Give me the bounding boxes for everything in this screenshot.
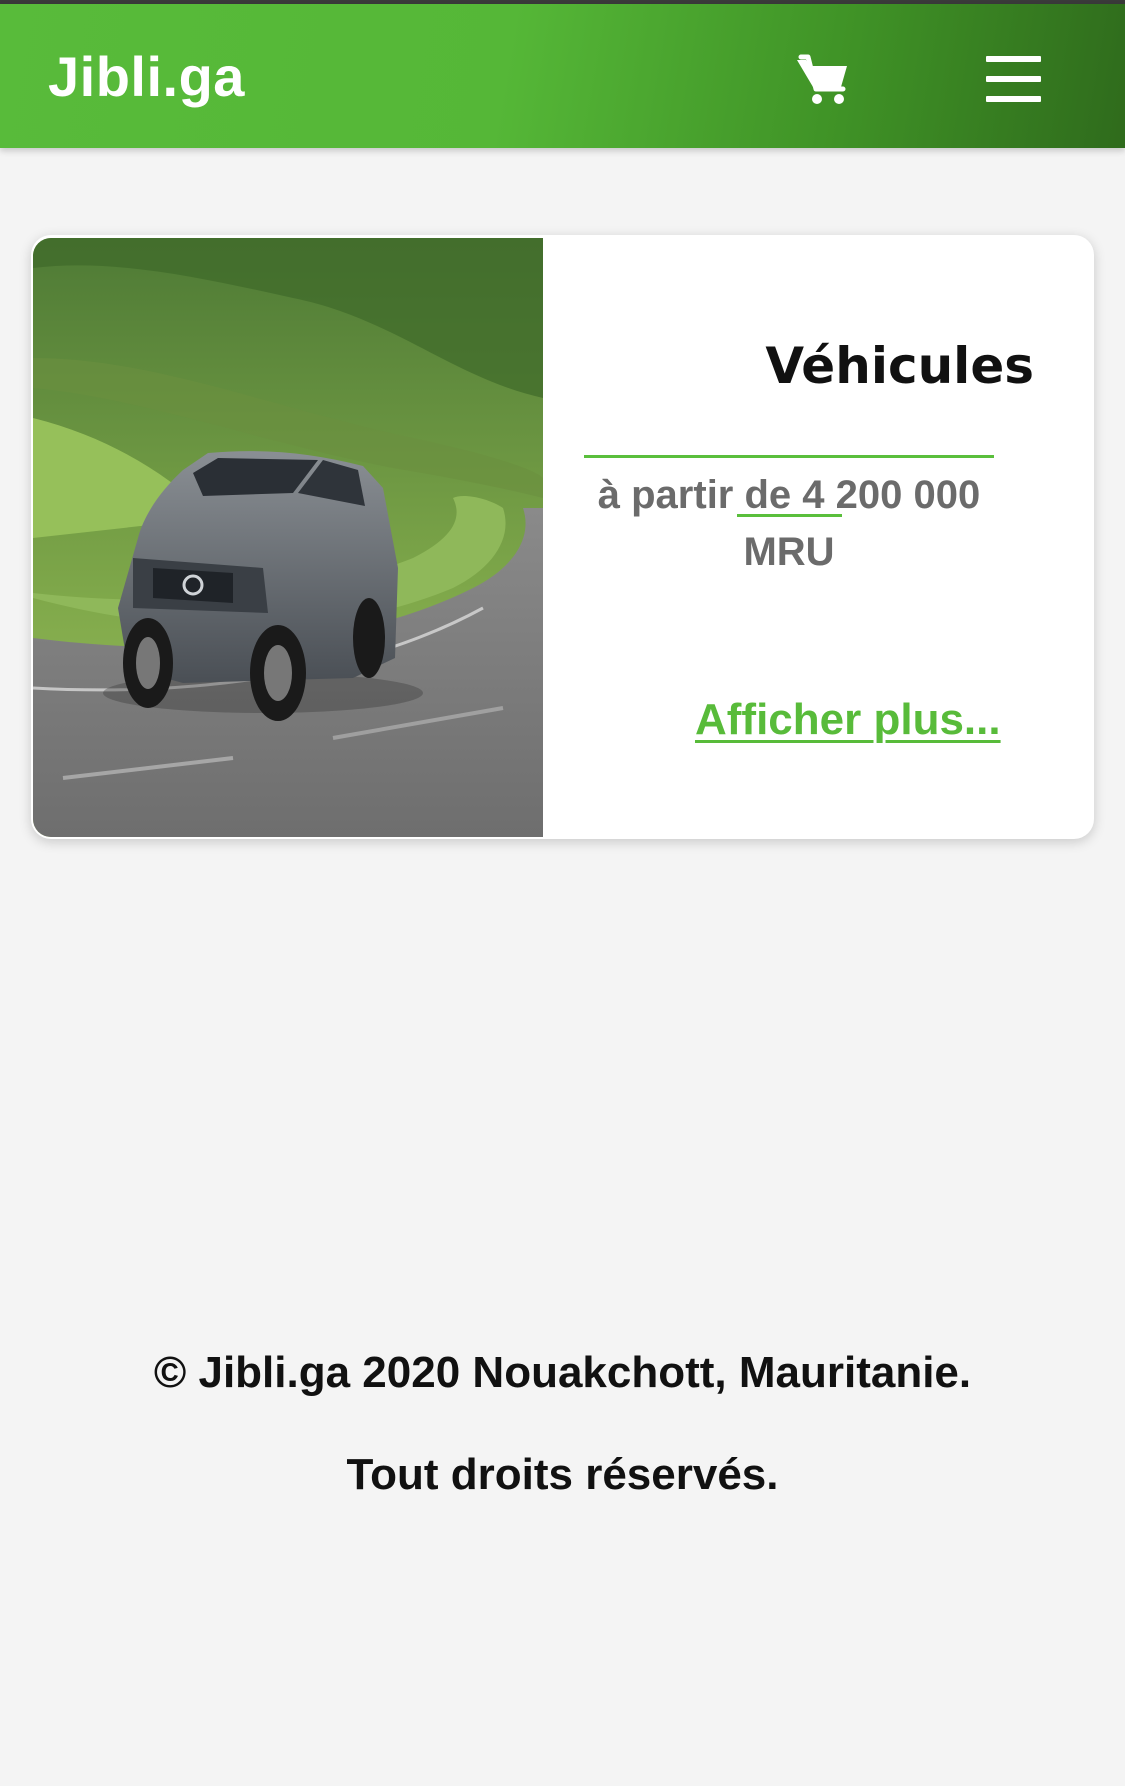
price-accent-underline [737, 514, 842, 517]
show-more-link[interactable]: Afficher plus... [695, 695, 1001, 745]
hamburger-menu-icon-bar-bottom [986, 96, 1041, 102]
brand-logo-link[interactable]: Jibli.ga [48, 44, 245, 109]
top-navbar: Jibli.ga [0, 4, 1125, 148]
category-title: Véhicules [765, 336, 1034, 395]
price-text: à partir de 4 200 000 MRU [597, 473, 981, 574]
hamburger-menu-icon-bar-middle [986, 76, 1041, 82]
category-card-vehicles[interactable]: Véhicules à partir de 4 200 000 MRU Affi… [31, 235, 1094, 839]
suv-photo-illustration [33, 238, 543, 837]
footer-rights: Tout droits réservés. [346, 1450, 779, 1499]
hamburger-menu-icon-bar-top [986, 56, 1041, 62]
cart-button[interactable] [795, 52, 851, 108]
vehicle-image[interactable] [33, 238, 543, 837]
footer-copyright: © Jibli.ga 2020 Nouakchott, Mauritanie. [153, 1348, 972, 1397]
title-divider [584, 455, 994, 458]
hamburger-menu-button[interactable] [986, 56, 1044, 102]
shopping-cart-icon [797, 54, 847, 104]
